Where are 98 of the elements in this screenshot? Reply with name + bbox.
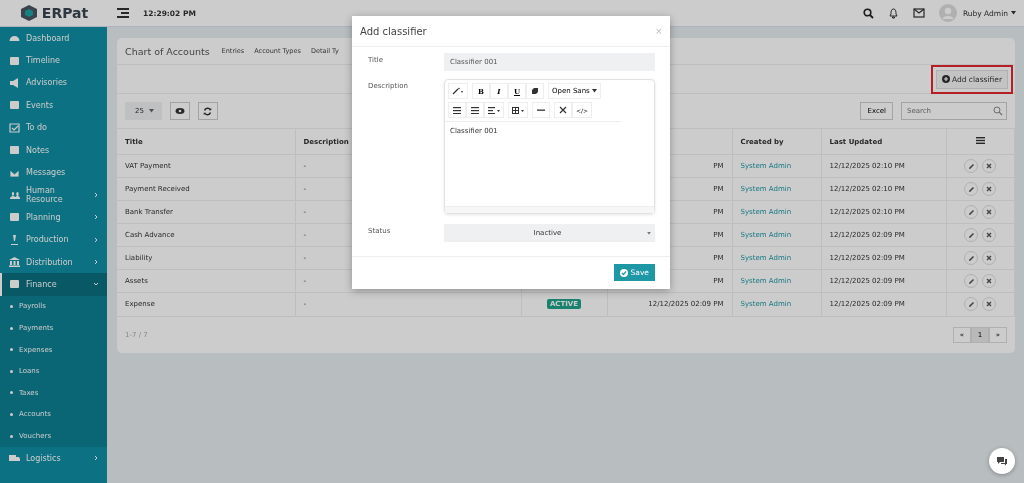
search-icon[interactable] (862, 7, 874, 19)
delete-button[interactable] (982, 159, 997, 173)
mail-icon (9, 167, 20, 178)
people-icon (9, 189, 20, 200)
sidebar-item[interactable]: Production (0, 228, 107, 251)
visibility-button[interactable] (169, 102, 190, 120)
close-icon (986, 209, 993, 215)
sidebar-label: Dashboard (26, 33, 71, 43)
sidebar-item[interactable]: Dashboard (0, 27, 107, 50)
sidebar-item[interactable]: Notes (0, 138, 107, 162)
wand-icon (452, 87, 464, 95)
delete-button[interactable] (982, 182, 997, 196)
close-icon (986, 301, 993, 308)
sidebar-label: Planning (26, 212, 62, 222)
pencil-icon (967, 208, 975, 216)
eraser-icon (531, 87, 539, 95)
table-icon (512, 106, 524, 114)
edit-button[interactable] (964, 159, 979, 173)
pencil-icon (967, 162, 975, 170)
close-icon (986, 186, 993, 192)
close-icon (986, 163, 993, 169)
megaphone-icon (9, 77, 20, 88)
sidebar-label: Finance (26, 280, 58, 289)
pencil-icon (967, 254, 975, 262)
edit-button[interactable] (964, 228, 979, 242)
bank-icon (9, 257, 20, 268)
logo-text: ERPat (41, 5, 89, 21)
close-icon (986, 255, 993, 261)
sidebar-label: Events (26, 100, 55, 110)
menu-icon[interactable] (975, 137, 985, 144)
list-icon (453, 106, 461, 114)
sidebar-item[interactable]: Logistics (0, 446, 107, 470)
ul-button[interactable] (448, 102, 466, 118)
sidebar-item[interactable]: To do (0, 116, 107, 139)
align-icon (488, 106, 500, 114)
gauge-icon (9, 33, 20, 44)
sidebar-item[interactable]: Messages (0, 161, 107, 184)
sidebar-label: Logistics (26, 453, 62, 463)
hr-button[interactable] (532, 102, 550, 118)
edit-button[interactable] (964, 251, 979, 265)
plus-icon (941, 75, 950, 83)
eraser-button[interactable] (526, 83, 544, 99)
sidebar-item[interactable]: Planning (0, 206, 107, 229)
edit-button[interactable] (964, 182, 979, 196)
bell-icon[interactable] (887, 7, 899, 19)
sidebar-label: Production (26, 235, 70, 245)
sidebar-item[interactable]: Events (0, 94, 107, 117)
caret-icon (591, 89, 597, 93)
line-icon (537, 108, 545, 112)
sidebar-item[interactable]: Human Resource (0, 183, 107, 207)
check-icon (9, 122, 20, 133)
pencil-icon (967, 231, 975, 239)
sidebar-label: Distribution (26, 257, 74, 267)
truck-icon (9, 453, 20, 464)
ol-button[interactable] (466, 102, 484, 118)
edit-button[interactable] (964, 205, 979, 219)
delete-button[interactable] (982, 228, 997, 242)
logo-icon (18, 4, 39, 22)
pencil-icon (967, 277, 975, 285)
sidebar-label: Notes (26, 145, 51, 155)
sidebar-label: Human Resource (26, 185, 64, 204)
sidebar-label: Messages (26, 168, 67, 178)
check-icon (619, 268, 628, 277)
close-icon (986, 232, 993, 238)
wand-button[interactable] (448, 83, 468, 99)
pencil-icon (967, 300, 975, 308)
chat-icon (996, 456, 1008, 466)
sidebar-label: Timeline (26, 56, 61, 66)
delete-button[interactable] (982, 297, 997, 312)
sidebar-item[interactable]: Timeline (0, 49, 107, 72)
expand-button[interactable] (554, 102, 572, 118)
refresh-button[interactable] (197, 102, 218, 120)
modal-title: Add classifier (360, 25, 428, 37)
align-button[interactable] (484, 102, 504, 118)
resize-handle[interactable] (445, 206, 654, 213)
edit-button[interactable] (964, 274, 979, 288)
page-title: Chart of Accounts (125, 45, 210, 57)
mail-icon[interactable] (912, 8, 925, 18)
eye-icon (174, 107, 185, 115)
delete-button[interactable] (982, 251, 997, 265)
caret-icon (1011, 11, 1016, 15)
close-icon (986, 278, 993, 284)
sidebar-item[interactable]: Distribution (0, 250, 107, 274)
table-button[interactable] (508, 102, 528, 118)
sidebar-label: Advisories (26, 78, 69, 88)
caret-icon (148, 109, 154, 113)
list-icon (471, 106, 479, 114)
refresh-icon (203, 106, 213, 116)
sidebar-label: To do (26, 123, 48, 133)
edit-button[interactable] (964, 297, 979, 312)
sidebar-item[interactable]: Finance (0, 273, 107, 296)
menu-icon[interactable] (117, 8, 129, 18)
sidebar-item[interactable]: Advisories (0, 71, 107, 95)
chat-button[interactable] (989, 448, 1015, 474)
pencil-icon (967, 185, 975, 193)
caret-icon (647, 231, 651, 235)
delete-button[interactable] (982, 274, 997, 288)
delete-button[interactable] (982, 205, 997, 219)
